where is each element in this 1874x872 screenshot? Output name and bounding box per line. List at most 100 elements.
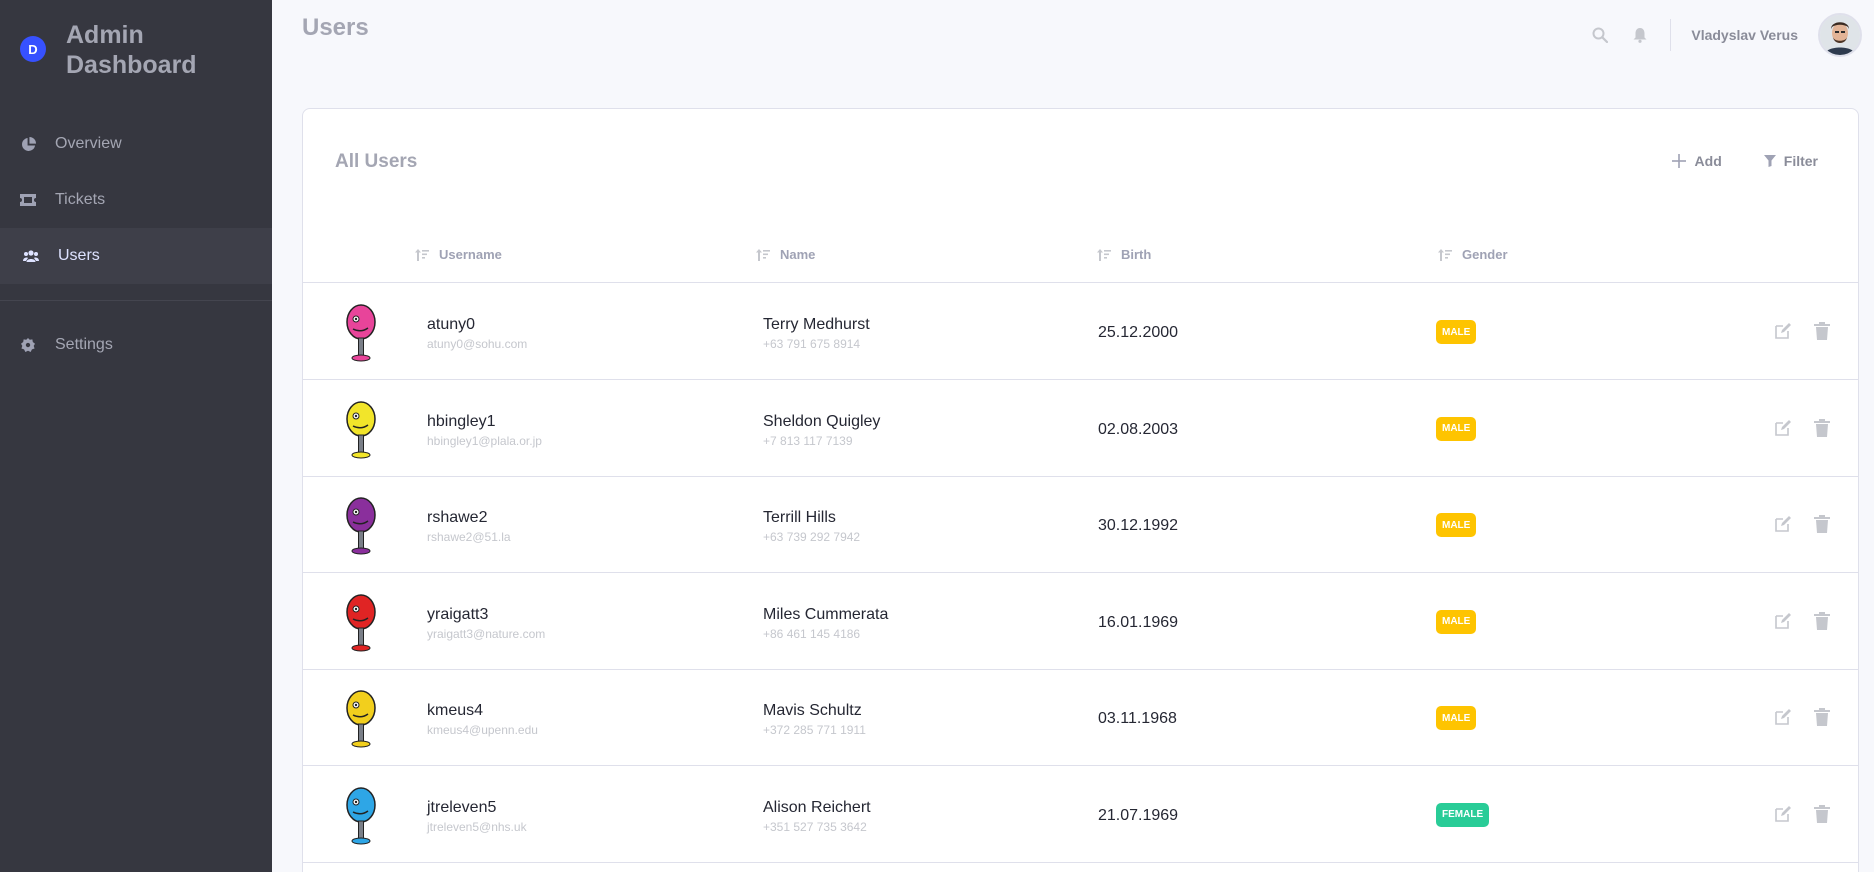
column-header-username[interactable]: Username [415,247,502,262]
edit-icon[interactable] [1772,803,1794,825]
users-card: All Users Add Filter Username Name Birth [302,108,1859,872]
full-name: Terry Medhurst [763,316,870,333]
gender-badge: MALE [1436,706,1477,730]
user-email: hbingley1@plala.or.jp [427,433,542,448]
filter-label: Filter [1783,153,1818,169]
header-toolbar: Vladyslav Verus [1570,13,1862,57]
header-divider [1670,19,1672,51]
trash-icon[interactable] [1811,417,1833,439]
sort-icon [756,248,770,261]
add-label: Add [1694,153,1722,169]
phone-number: +351 527 735 3642 [763,819,867,834]
trash-icon[interactable] [1811,320,1833,342]
filter-button[interactable]: Filter [1763,153,1818,169]
column-header-name[interactable]: Name [756,247,815,262]
sidebar-item-label: Overview [55,135,122,152]
column-header-label: Name [780,247,816,262]
sidebar-item-users[interactable]: Users [0,228,272,284]
trash-icon[interactable] [1811,513,1833,535]
gear-icon [20,337,36,353]
user-email: atuny0@sohu.com [427,337,528,351]
gender-badge: MALE [1436,609,1477,634]
username: hbingley1 [427,412,496,430]
table-row[interactable]: jtreleven5 jtreleven5@nhs.uk Alison Reiche… [303,767,1858,863]
phone-number: +63 791 675 8914 [763,337,861,351]
username: jtreleven5 [427,798,497,816]
table-header: Username Name Birth Gender [303,237,1858,283]
edit-icon[interactable] [1772,610,1794,632]
full-name: Sheldon Quigley [763,412,881,430]
sidebar-item-settings[interactable]: Settings [0,317,272,373]
column-header-label: Birth [1121,247,1152,262]
add-user-button[interactable]: Add [1671,153,1722,169]
user-avatar [341,495,381,557]
full-name: Mavis Schultz [763,702,862,719]
phone-number: +86 461 145 4186 [763,626,861,641]
sort-icon [415,248,429,261]
birth-date: 16.01.1969 [1098,613,1179,631]
gender-badge: FEMALE [1436,802,1490,827]
birth-date: 03.11.1968 [1098,710,1177,727]
phone-number: +7 813 117 7139 [763,433,853,448]
birth-date: 25.12.2000 [1098,324,1179,341]
sidebar-item-label: Users [58,247,100,264]
edit-icon[interactable] [1772,320,1794,342]
search-icon[interactable] [1590,25,1610,45]
edit-icon[interactable] [1772,706,1794,728]
user-email: jtreleven5@nhs.uk [427,819,527,834]
column-header-gender[interactable]: Gender [1438,247,1508,262]
ticket-icon [20,192,36,208]
bell-icon[interactable] [1630,25,1650,45]
avatar[interactable] [1818,13,1862,57]
birth-date: 02.08.2003 [1098,420,1179,438]
table-row[interactable]: hbingley1 hbingley1@plala.or.jp Sheldon Qu… [303,381,1858,477]
sidebar: D Admin Dashboard Overview Tickets Users [0,0,272,872]
page-title: Users [302,14,369,41]
sidebar-nav: Overview Tickets Users Settings [0,116,272,373]
sort-icon [1097,248,1111,261]
username: rshawe2 [427,509,488,526]
birth-date: 30.12.1992 [1098,517,1179,534]
trash-icon[interactable] [1811,803,1833,825]
user-avatar [341,688,381,750]
sidebar-divider [0,300,272,301]
trash-icon[interactable] [1811,706,1833,728]
edit-icon[interactable] [1772,513,1794,535]
pie-chart-icon [20,136,36,152]
full-name: Miles Cummerata [763,605,889,623]
current-user-name[interactable]: Vladyslav Verus [1691,27,1798,43]
user-avatar [341,302,381,364]
brand[interactable]: D Admin Dashboard [20,20,226,80]
username: yraigatt3 [427,605,489,623]
sidebar-item-overview[interactable]: Overview [0,116,272,172]
column-header-label: Username [439,247,502,262]
username: kmeus4 [427,702,484,719]
edit-icon[interactable] [1772,417,1794,439]
phone-number: +372 285 771 1911 [763,723,866,737]
gender-badge: MALE [1436,320,1477,344]
phone-number: +63 739 292 7942 [763,530,861,544]
card-title: All Users [335,151,418,172]
gender-badge: MALE [1436,513,1477,537]
table-row[interactable]: rshawe2 rshawe2@51.la Terrill Hills +63 739… [303,477,1858,573]
brand-logo: D [20,36,46,62]
table-row[interactable]: kmeus4 kmeus4@upenn.edu Mavis Schultz +372 … [303,670,1858,766]
sidebar-item-tickets[interactable]: Tickets [0,172,272,228]
username: atuny0 [427,316,476,333]
sidebar-item-label: Tickets [55,191,106,208]
trash-icon[interactable] [1811,610,1833,632]
table-row[interactable]: yraigatt3 yraigatt3@nature.com Miles Cumme… [303,574,1858,670]
card-actions: Add Filter [1629,153,1818,169]
user-email: yraigatt3@nature.com [427,626,546,641]
column-header-birth[interactable]: Birth [1097,247,1151,262]
users-icon [23,248,39,264]
brand-title: Admin Dashboard [66,21,197,79]
gender-badge: MALE [1436,416,1477,441]
full-name: Terrill Hills [763,509,836,526]
user-avatar [341,399,381,461]
user-email: kmeus4@upenn.edu [427,723,538,737]
sidebar-item-label: Settings [55,336,113,353]
plus-icon [1671,153,1687,169]
table-row[interactable]: atuny0 atuny0@sohu.com Terry Medhurst +63 7… [303,284,1858,380]
column-header-label: Gender [1462,247,1508,262]
